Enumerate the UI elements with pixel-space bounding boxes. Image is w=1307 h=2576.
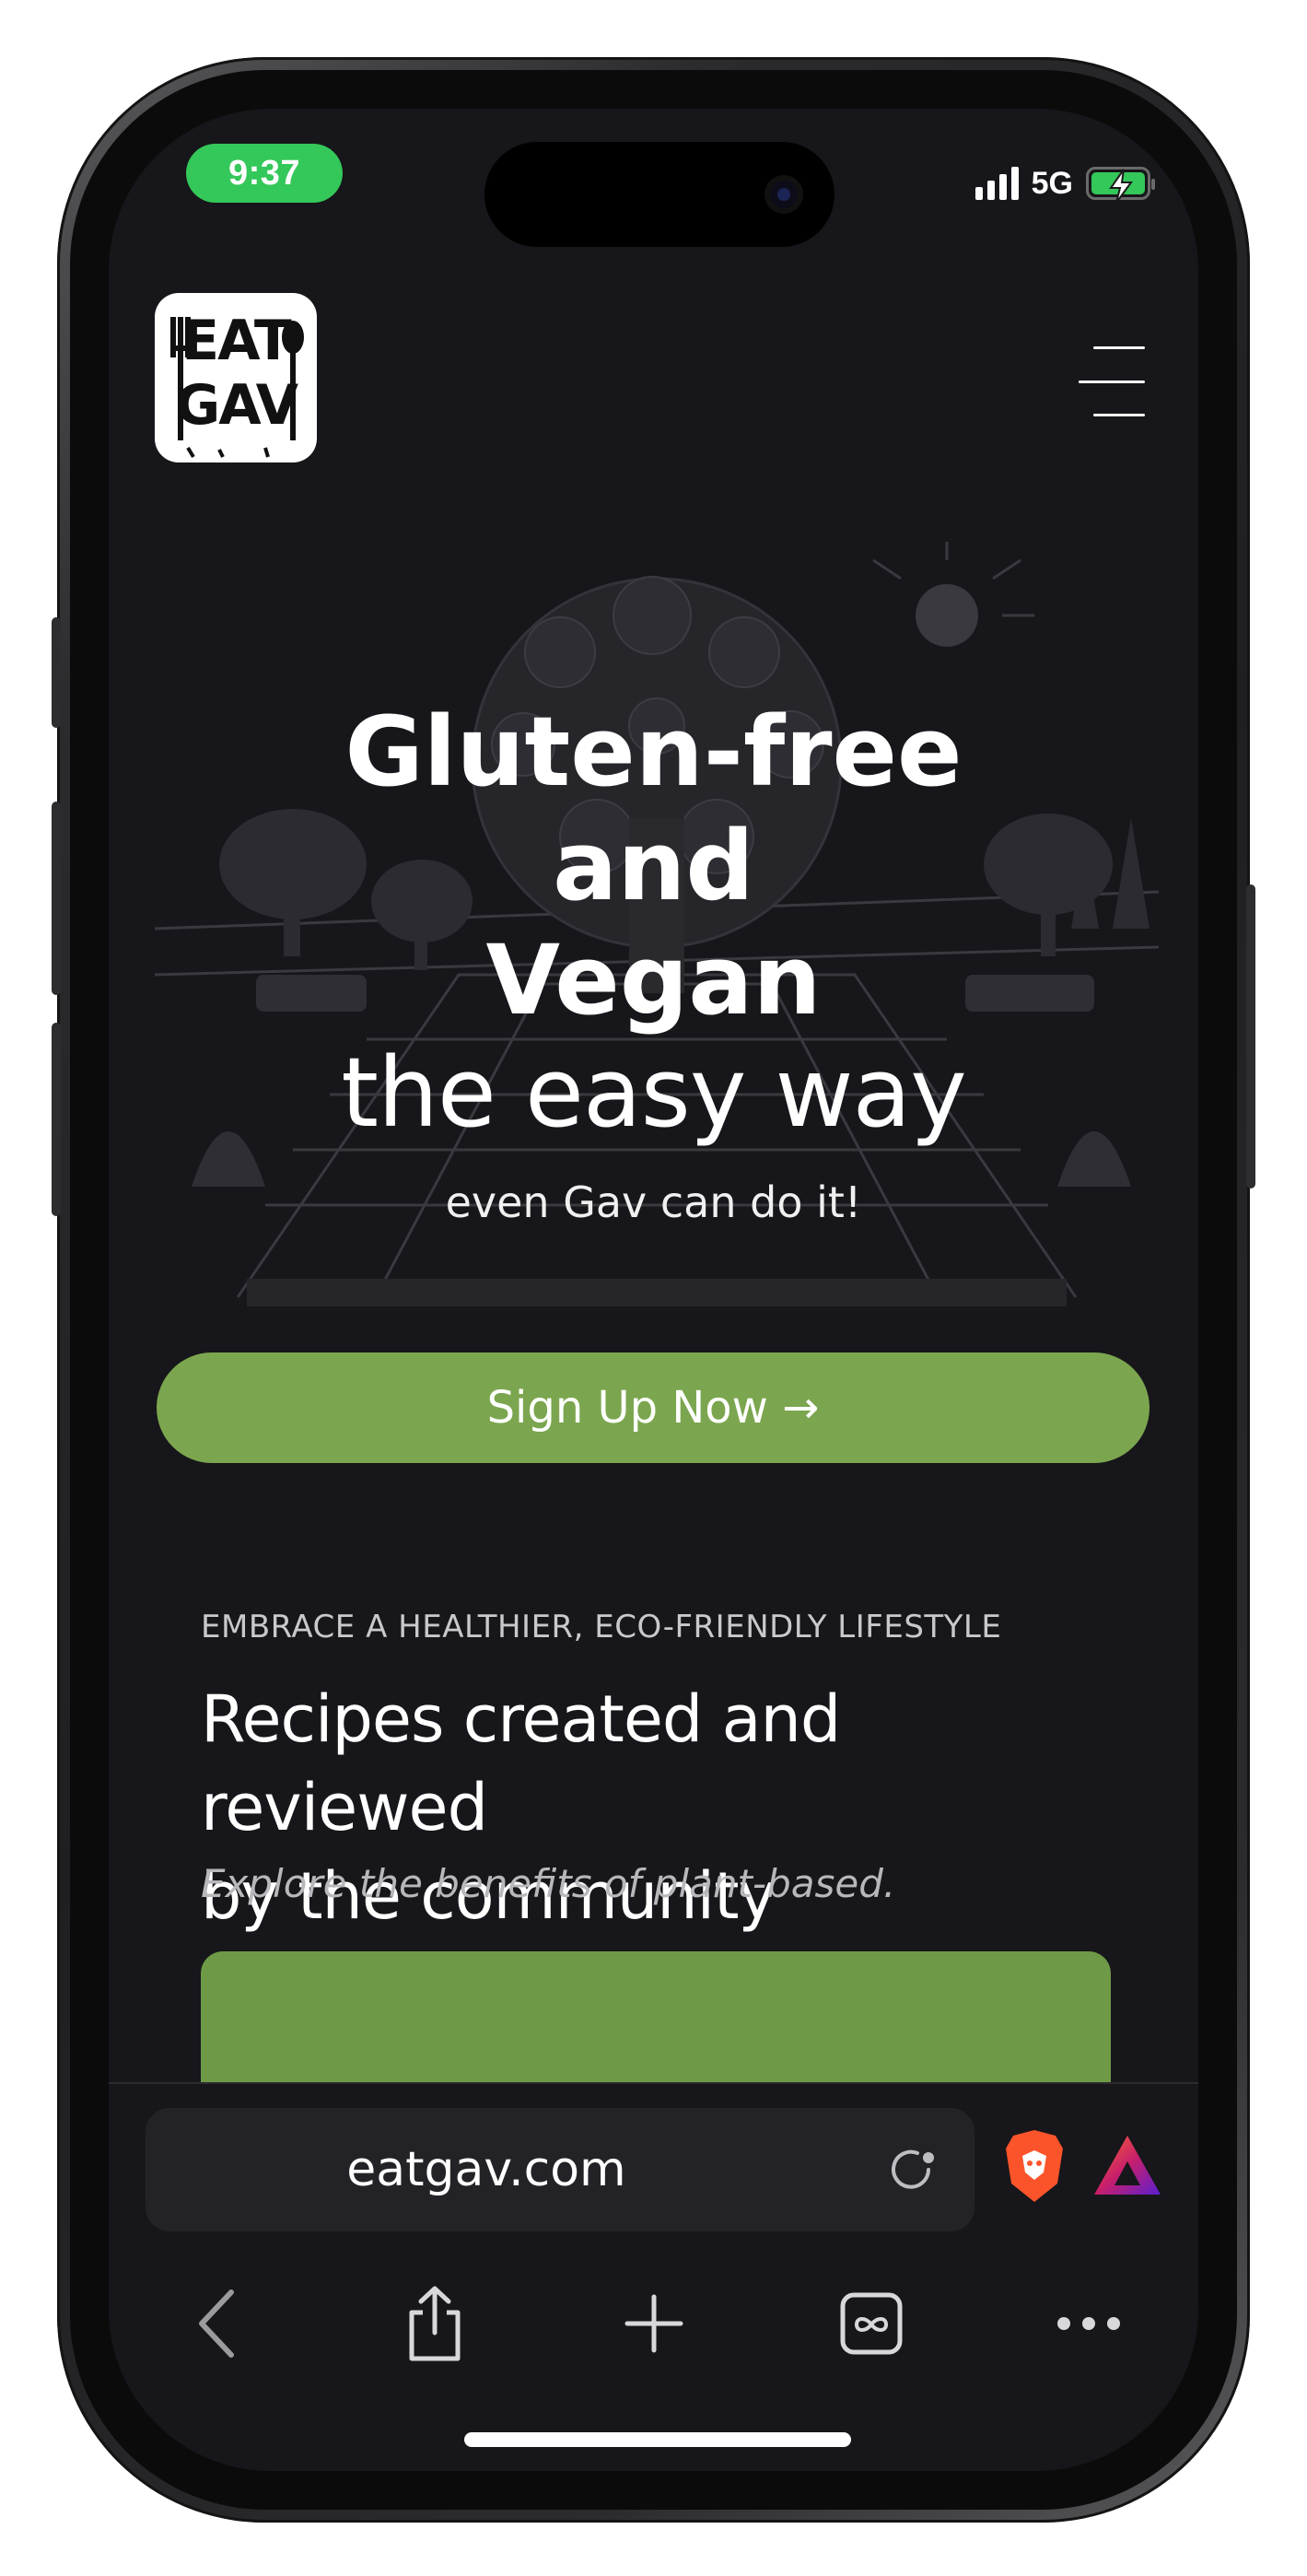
browser-toolbar: eatgav.com: [109, 2082, 1198, 2471]
hero-tagline: even Gav can do it!: [445, 1177, 862, 1227]
back-icon: [199, 2289, 234, 2358]
hero-title-line1: Gluten-free: [344, 696, 963, 808]
section-subline: Explore the benefits of plant-based.: [201, 1861, 896, 1906]
browser-nav-row: [109, 2259, 1198, 2388]
network-label: 5G: [1031, 165, 1073, 201]
hero-title-line3: Vegan: [485, 924, 822, 1036]
new-tab-icon: [624, 2294, 683, 2353]
status-indicators: 5G: [974, 160, 1155, 206]
more-button[interactable]: [1033, 2259, 1144, 2388]
action-button: [52, 617, 61, 728]
share-icon: [409, 2286, 461, 2361]
camera-icon: [764, 175, 803, 214]
reload-icon[interactable]: [881, 2139, 941, 2200]
tabs-button[interactable]: [816, 2259, 927, 2388]
sign-up-button[interactable]: Sign Up Now →: [157, 1352, 1149, 1463]
power-button: [1246, 884, 1255, 1188]
status-time[interactable]: 9:37: [186, 144, 343, 203]
share-button[interactable]: [379, 2259, 490, 2388]
screen: 9:37 5G EAT GAV Gluten-free and Vegan th…: [109, 109, 1198, 2471]
brave-rewards-icon[interactable]: [1092, 2134, 1162, 2196]
hero-subtitle: the easy way: [341, 1036, 967, 1149]
home-indicator[interactable]: [464, 2432, 851, 2447]
signal-icon: [974, 167, 1019, 200]
dynamic-island: [484, 142, 834, 247]
tabs-icon: [840, 2292, 903, 2355]
address-bar[interactable]: eatgav.com: [146, 2108, 974, 2231]
logo-text-eat: EAT: [181, 309, 292, 373]
more-icon: [1057, 2317, 1120, 2330]
hero-title-line2: and: [553, 810, 754, 922]
volume-up-button: [52, 802, 61, 995]
new-tab-button[interactable]: [599, 2259, 709, 2388]
volume-down-button: [52, 1023, 61, 1216]
back-button[interactable]: [162, 2259, 273, 2388]
battery-icon: [1086, 167, 1155, 204]
brave-shield-icon[interactable]: [1002, 2128, 1067, 2204]
headline-line1: Recipes created and reviewed: [201, 1681, 841, 1845]
section-eyebrow: EMBRACE A HEALTHIER, ECO-FRIENDLY LIFEST…: [201, 1609, 1002, 1645]
logo-text-gav: GAV: [174, 373, 298, 438]
url-text[interactable]: eatgav.com: [146, 2108, 827, 2231]
site-logo[interactable]: EAT GAV: [155, 293, 317, 463]
hamburger-menu-icon[interactable]: [1079, 346, 1145, 416]
